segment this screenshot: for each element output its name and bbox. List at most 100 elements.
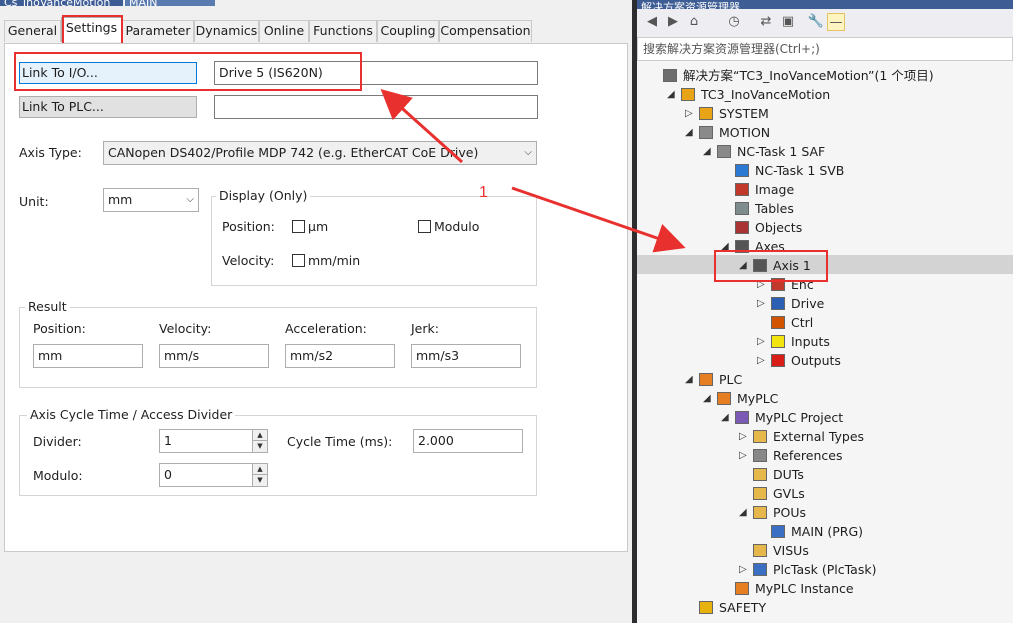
um-label: µm xyxy=(308,219,329,234)
tree-node[interactable]: ▷ SYSTEM xyxy=(637,104,1013,123)
collapsed-arrow-icon[interactable]: ▷ xyxy=(739,446,747,465)
expanded-arrow-icon[interactable]: ◢ xyxy=(703,142,711,161)
tree-node[interactable]: Image xyxy=(637,180,1013,199)
tab-compensation[interactable]: Compensation xyxy=(439,20,532,42)
tree-node[interactable]: ◢ MOTION xyxy=(637,123,1013,142)
expanded-arrow-icon[interactable]: ◢ xyxy=(721,408,729,427)
tree-node[interactable]: GVLs xyxy=(637,484,1013,503)
tab-functions[interactable]: Functions xyxy=(309,20,377,42)
tab-online[interactable]: Online xyxy=(259,20,309,42)
tree-node[interactable]: ◢ MyPLC Project xyxy=(637,408,1013,427)
tree-node[interactable]: ◢ TC3_InoVanceMotion xyxy=(637,85,1013,104)
spin-up-icon[interactable]: ▲ xyxy=(253,464,267,475)
tree-node-label: References xyxy=(773,448,843,463)
project-icon xyxy=(681,88,695,101)
doc-tab-axis[interactable]: Cs_InoVanceMotion xyxy=(0,0,123,6)
tab-parameter[interactable]: Parameter xyxy=(122,20,194,42)
result-acceleration-label: Acceleration: xyxy=(285,321,367,336)
result-acceleration-field[interactable]: mm/s2 xyxy=(285,344,395,368)
solution-tree: 解决方案“TC3_InoVanceMotion”(1 个项目) ◢ TC3_InoV… xyxy=(637,0,1013,623)
tree-node[interactable]: ▷ Outputs xyxy=(637,351,1013,370)
modulo-checkbox[interactable] xyxy=(418,220,431,233)
modulo-checkbox-label: Modulo xyxy=(434,219,480,234)
collapsed-arrow-icon[interactable]: ▷ xyxy=(685,104,693,123)
divider-label: Divider: xyxy=(33,434,82,449)
highlight-axis-1 xyxy=(714,250,828,282)
tree-node[interactable]: ◢ POUs xyxy=(637,503,1013,522)
chevron-down-icon: ⌵ xyxy=(524,147,532,158)
tree-node[interactable]: MyPLC Instance xyxy=(637,579,1013,598)
tree-node-label: SAFETY xyxy=(719,600,767,615)
spin-down-icon[interactable]: ▼ xyxy=(253,441,267,452)
tree-node[interactable]: ◢ PLC xyxy=(637,370,1013,389)
modulo-spinner[interactable]: ▲ ▼ xyxy=(252,463,268,487)
tables-icon xyxy=(735,202,749,215)
tab-coupling[interactable]: Coupling xyxy=(377,20,439,42)
mm-min-checkbox[interactable] xyxy=(292,254,305,267)
tree-node-label: Image xyxy=(755,182,795,197)
um-checkbox[interactable] xyxy=(292,220,305,233)
tree-node-label: MOTION xyxy=(719,125,771,140)
link-plc-field[interactable] xyxy=(214,95,538,119)
divider-spinner[interactable]: ▲ ▼ xyxy=(252,429,268,453)
tree-node[interactable]: 解决方案“TC3_InoVanceMotion”(1 个项目) xyxy=(637,66,1013,85)
result-velocity-field[interactable]: mm/s xyxy=(159,344,269,368)
tree-node[interactable]: ▷ External Types xyxy=(637,427,1013,446)
collapsed-arrow-icon[interactable]: ▷ xyxy=(757,294,765,313)
folder-icon xyxy=(753,430,767,443)
modulo-field[interactable]: 0 xyxy=(159,463,253,487)
axis-type-select[interactable]: CANopen DS402/Profile MDP 742 (e.g. Ethe… xyxy=(103,141,537,165)
doc-tab-label: MAIN xyxy=(125,0,215,6)
unit-select[interactable]: mm ⌵ xyxy=(103,188,199,212)
tree-node[interactable]: MAIN (PRG) xyxy=(637,522,1013,541)
tree-node[interactable]: Ctrl xyxy=(637,313,1013,332)
tree-node-label: Outputs xyxy=(791,353,841,368)
tab-dynamics[interactable]: Dynamics xyxy=(194,20,259,42)
spin-up-icon[interactable]: ▲ xyxy=(253,430,267,441)
tree-node[interactable]: ▷ Drive xyxy=(637,294,1013,313)
expanded-arrow-icon[interactable]: ◢ xyxy=(685,370,693,389)
expanded-arrow-icon[interactable]: ◢ xyxy=(739,503,747,522)
safety-icon xyxy=(699,601,713,614)
expanded-arrow-icon[interactable]: ◢ xyxy=(703,389,711,408)
expanded-arrow-icon[interactable]: ◢ xyxy=(685,123,693,142)
result-position-field[interactable]: mm xyxy=(33,344,143,368)
tab-general[interactable]: General xyxy=(4,20,61,42)
folder-icon xyxy=(753,468,767,481)
tree-node[interactable]: ◢ NC-Task 1 SAF xyxy=(637,142,1013,161)
tree-node[interactable]: Objects xyxy=(637,218,1013,237)
tree-node[interactable]: ◢ MyPLC xyxy=(637,389,1013,408)
motion-icon xyxy=(699,126,713,139)
cycle-time-field[interactable]: 2.000 xyxy=(413,429,523,453)
collapsed-arrow-icon[interactable]: ▷ xyxy=(739,560,747,579)
ctrl-icon xyxy=(771,316,785,329)
expanded-arrow-icon[interactable]: ◢ xyxy=(667,85,675,104)
tree-node-label: NC-Task 1 SAF xyxy=(737,144,826,159)
highlight-settings-tab xyxy=(62,15,123,45)
tree-node-label: PlcTask (PlcTask) xyxy=(773,562,877,577)
program-icon xyxy=(771,525,785,538)
folder-icon xyxy=(753,487,767,500)
collapsed-arrow-icon[interactable]: ▷ xyxy=(757,332,765,351)
tree-node[interactable]: VISUs xyxy=(637,541,1013,560)
tree-node[interactable]: ▷ PlcTask (PlcTask) xyxy=(637,560,1013,579)
display-group-title: Display (Only) xyxy=(216,189,311,203)
inputs-icon xyxy=(771,335,785,348)
link-to-plc-button[interactable]: Link To PLC... xyxy=(19,96,197,118)
cycle-group-title: Axis Cycle Time / Access Divider xyxy=(27,408,236,422)
collapsed-arrow-icon[interactable]: ▷ xyxy=(757,351,765,370)
chevron-down-icon: ⌵ xyxy=(186,194,194,205)
result-jerk-field[interactable]: mm/s3 xyxy=(411,344,521,368)
collapsed-arrow-icon[interactable]: ▷ xyxy=(739,427,747,446)
doc-tab-main[interactable]: MAIN xyxy=(125,0,215,6)
tree-node[interactable]: DUTs xyxy=(637,465,1013,484)
tree-node[interactable]: NC-Task 1 SVB xyxy=(637,161,1013,180)
tree-node[interactable]: Tables xyxy=(637,199,1013,218)
tree-node[interactable]: ▷ References xyxy=(637,446,1013,465)
modulo-label: Modulo: xyxy=(33,468,83,483)
spin-down-icon[interactable]: ▼ xyxy=(253,475,267,486)
plc-project-icon xyxy=(735,411,749,424)
divider-field[interactable]: 1 xyxy=(159,429,253,453)
tree-node[interactable]: ▷ Inputs xyxy=(637,332,1013,351)
tree-node[interactable]: SAFETY xyxy=(637,598,1013,617)
